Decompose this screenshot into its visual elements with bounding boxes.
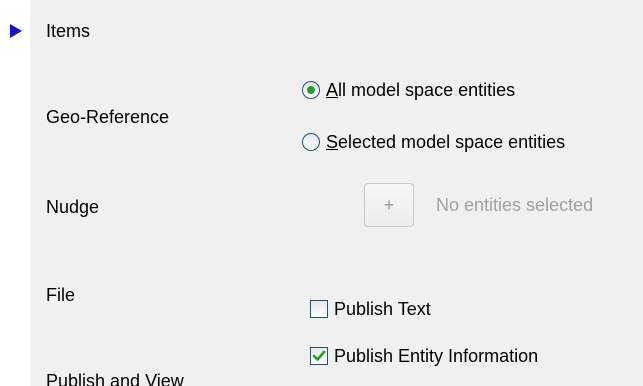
row-header-column — [0, 0, 30, 386]
section-label-items: Items — [46, 21, 91, 41]
current-row-arrow-icon — [10, 24, 22, 38]
radio-all-model-space-entities[interactable]: All model space entities — [302, 79, 515, 101]
plus-icon: + — [383, 194, 395, 215]
radio-button-all-icon[interactable] — [302, 81, 320, 99]
section-label-geo-reference: Geo-Reference — [46, 107, 170, 127]
nudge-status-text: No entities selected — [436, 195, 594, 215]
properties-panel: Items Geo-Reference Nudge File Publish a… — [0, 0, 643, 386]
radio-all-label: All model space entities — [326, 80, 516, 100]
radio-selected-label: Selected model space entities — [326, 132, 566, 152]
checkbox-publish-text[interactable]: Publish Text — [310, 298, 431, 320]
checkbox-publish-text-box[interactable] — [310, 300, 328, 318]
radio-selected-model-space-entities[interactable]: Selected model space entities — [302, 131, 565, 153]
checkbox-publish-entity-information-label: Publish Entity Information — [334, 346, 539, 366]
checkbox-publish-entity-information-box[interactable] — [310, 347, 328, 365]
check-mark-icon — [312, 350, 326, 361]
section-label-nudge: Nudge — [46, 197, 100, 217]
section-label-file: File — [46, 285, 76, 305]
nudge-add-button[interactable]: + — [364, 183, 414, 227]
section-label-publish-and-view: Publish and View — [46, 371, 184, 386]
checkbox-publish-entity-information[interactable]: Publish Entity Information — [310, 345, 538, 367]
checkbox-publish-text-label: Publish Text — [334, 299, 431, 319]
radio-button-selected-icon[interactable] — [302, 133, 320, 151]
